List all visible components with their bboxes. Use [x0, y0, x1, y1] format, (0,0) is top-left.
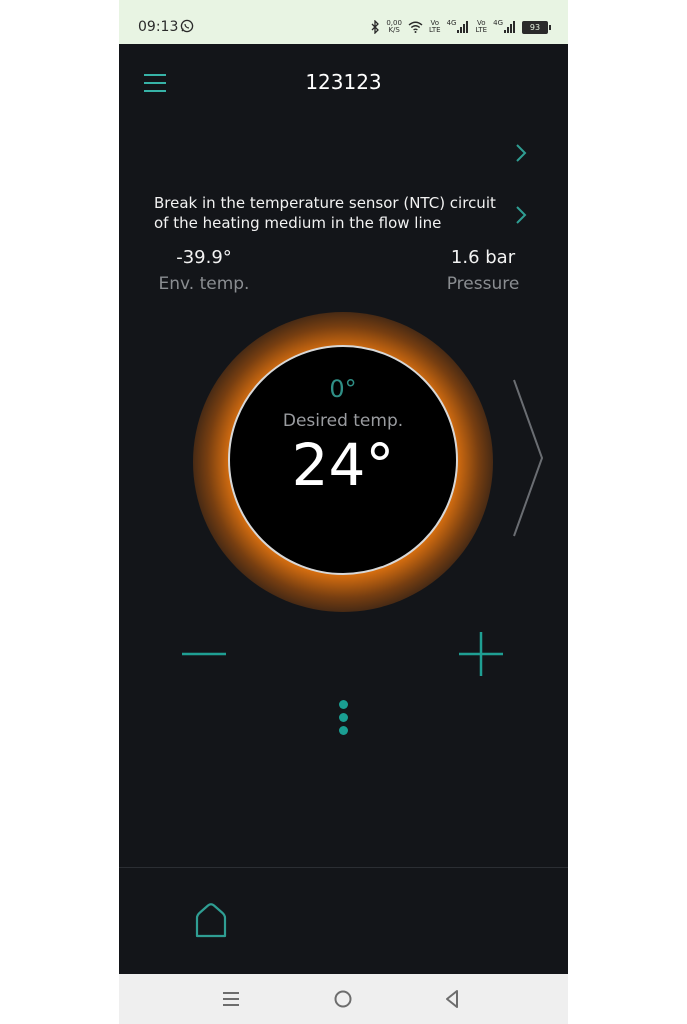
alert-message[interactable]: Break in the temperature sensor (NTC) ci… — [154, 193, 514, 233]
sim1-volte: Vo LTE — [429, 20, 441, 34]
net-speed-unit: K/S — [388, 26, 400, 34]
page-title: 123123 — [305, 70, 382, 94]
sim2-lte: LTE — [475, 26, 488, 34]
status-bar: 09:13 0,00 K/S Vo LTE 4G Vo LTE 4G 93 — [119, 0, 568, 44]
recents-icon[interactable] — [219, 988, 243, 1010]
sim2-gen: 4G — [493, 18, 503, 27]
more-options-icon[interactable] — [333, 698, 353, 740]
pressure-value: 1.6 bar — [450, 247, 516, 268]
decrease-temp-button[interactable] — [179, 632, 229, 676]
home-icon[interactable] — [193, 902, 229, 940]
env-temp-label: Env. temp. — [158, 274, 250, 294]
current-temp: 0° — [329, 375, 357, 403]
temperature-dial[interactable]: 0° Desired temp. 24° — [228, 345, 458, 575]
next-page-chevron-icon[interactable] — [510, 378, 546, 538]
alert-chevron-right-icon[interactable] — [514, 205, 528, 225]
whatsapp-icon — [180, 19, 194, 33]
battery-icon: 93 — [522, 20, 551, 34]
page: 09:13 0,00 K/S Vo LTE 4G Vo LTE 4G 93 12… — [0, 0, 687, 1024]
status-icons: 0,00 K/S Vo LTE 4G Vo LTE 4G 93 — [371, 18, 551, 36]
sim2-volte: Vo LTE — [475, 20, 487, 34]
net-speed: 0,00 K/S — [386, 20, 402, 34]
bluetooth-icon — [371, 20, 380, 34]
desired-temp-label: Desired temp. — [282, 411, 404, 431]
android-nav-bar — [119, 974, 568, 1024]
wifi-icon — [408, 21, 423, 33]
sim1-lte: LTE — [428, 26, 441, 34]
env-temp-stat: -39.9° Env. temp. — [144, 247, 264, 294]
pressure-stat: 1.6 bar Pressure — [423, 247, 543, 294]
signal-icon-2 — [504, 21, 515, 33]
signal-icon-1 — [457, 21, 469, 33]
env-temp-value: -39.9° — [176, 247, 232, 268]
bottom-divider — [119, 867, 568, 868]
pressure-label: Pressure — [446, 274, 520, 294]
back-triangle-icon[interactable] — [441, 988, 465, 1010]
sim1-gen: 4G — [446, 18, 457, 27]
desired-temp-value: 24° — [291, 431, 395, 499]
increase-temp-button[interactable] — [457, 630, 505, 678]
chevron-right-icon[interactable] — [514, 143, 528, 163]
circle-home-icon[interactable] — [331, 988, 355, 1010]
app-screen: 09:13 0,00 K/S Vo LTE 4G Vo LTE 4G 93 12… — [119, 0, 568, 1024]
status-time: 09:13 — [138, 19, 179, 35]
